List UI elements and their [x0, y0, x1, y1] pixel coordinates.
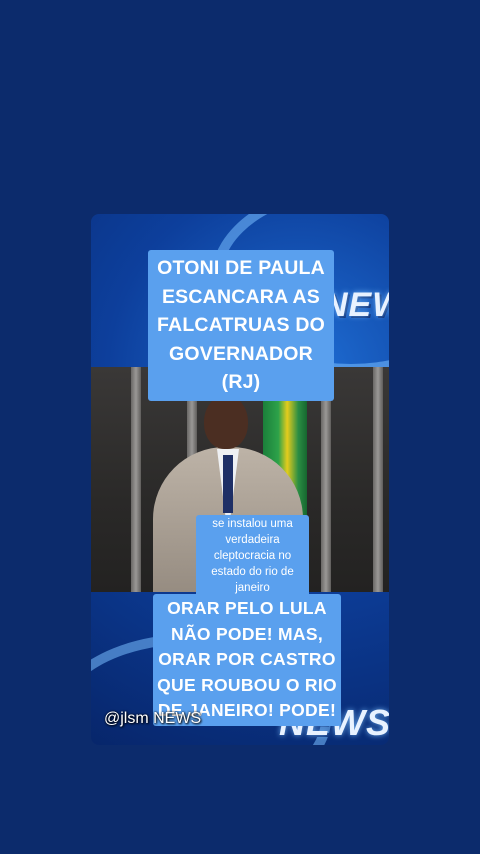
speaker-tie: [223, 455, 233, 513]
speaker-head: [204, 395, 248, 449]
channel-watermark: @jlsm NEWS: [104, 710, 202, 727]
background-pillar: [131, 367, 141, 592]
top-caption: OTONI DE PAULA ESCANCARA AS FALCATRUAS D…: [148, 250, 334, 401]
background-pillar: [321, 367, 331, 592]
video-subtitle: se instalou uma verdadeira cleptocracia …: [196, 515, 309, 597]
background-pillar: [373, 367, 383, 592]
bottom-caption: ORAR PELO LULA NÃO PODE! MAS, ORAR POR C…: [153, 594, 341, 726]
app-screen: NEWS NEWS OTONI DE PAULA ESCANCARA AS FA…: [0, 0, 480, 854]
